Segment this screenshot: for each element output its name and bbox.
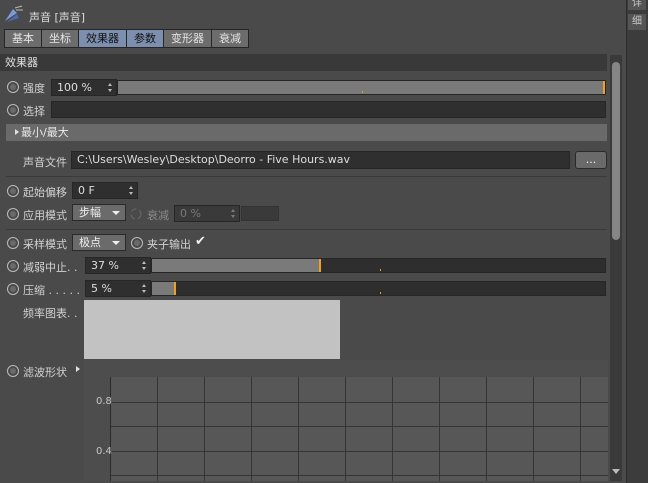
y-tick-label: 0.4 (96, 446, 112, 457)
grid-line (110, 451, 608, 452)
scrollbar-thumb[interactable] (612, 62, 620, 240)
falloff-radio-disabled-icon (130, 208, 142, 220)
separator (6, 229, 607, 230)
sound-file-label: 声音文件 (23, 156, 67, 169)
strength-slider-tick (362, 91, 363, 93)
grid-line (110, 426, 608, 427)
window-title: 声音 [声音] (29, 11, 86, 24)
side-tab-fine[interactable]: 细 (628, 14, 646, 30)
chevron-down-icon (112, 241, 120, 245)
falloff-value: 0 % (180, 207, 201, 220)
sample-mode-animate-radio[interactable] (7, 237, 19, 249)
minmax-group-header[interactable]: 最小/最大 (6, 124, 607, 141)
strength-animate-radio[interactable] (7, 81, 19, 93)
compress-slider-tick (380, 292, 381, 294)
filter-shape-expand-icon[interactable] (76, 366, 80, 372)
clamp-output-checkbox[interactable]: ✔ (195, 235, 206, 248)
decay-slider[interactable] (151, 258, 606, 273)
scroll-down-arrow-icon[interactable] (611, 466, 621, 476)
compress-value: 5 % (91, 282, 112, 295)
separator (6, 176, 607, 177)
decay-slider-tick (380, 269, 381, 271)
selection-animate-radio[interactable] (7, 104, 19, 116)
grid-line (486, 377, 487, 481)
section-title: 效果器 (0, 54, 607, 71)
grid-line (298, 377, 299, 481)
apply-mode-label: 应用模式 (23, 209, 67, 222)
decay-slider-knob[interactable] (319, 259, 321, 272)
side-tab-detail[interactable]: 详 (628, 0, 646, 10)
clamp-output-label: 夹子输出 (147, 238, 191, 251)
selection-field[interactable] (51, 101, 606, 118)
start-offset-value: 0 F (78, 184, 95, 197)
decay-value: 37 % (91, 259, 119, 272)
filter-shape-label: 滤波形状 (23, 366, 67, 379)
grid-line (345, 377, 346, 481)
y-tick-label: 0.8 (96, 396, 112, 407)
chevron-down-icon (112, 211, 120, 215)
grid-line (110, 402, 608, 403)
sample-mode-label: 采样模式 (23, 238, 67, 251)
compress-slider-knob[interactable] (174, 282, 176, 295)
grid-line (580, 377, 581, 481)
start-offset-input[interactable]: 0 F (72, 182, 138, 199)
falloff-stepper-icon (231, 209, 236, 218)
strength-stepper-icon[interactable] (108, 83, 113, 92)
strength-input[interactable]: 100 % (51, 79, 117, 96)
decay-animate-radio[interactable] (7, 260, 19, 272)
falloff-input: 0 % (174, 205, 240, 222)
tab-effector[interactable]: 效果器 (78, 29, 127, 48)
start-offset-animate-radio[interactable] (7, 185, 19, 197)
tab-basic[interactable]: 基本 (4, 29, 42, 48)
strength-label: 强度 (23, 82, 45, 95)
sample-mode-dropdown[interactable]: 极点 (72, 234, 126, 251)
grid-line (204, 377, 205, 481)
compress-slider[interactable] (151, 281, 606, 296)
grid-line (392, 377, 393, 481)
tab-bar: 基本 坐标 效果器 参数 变形器 衰减 (4, 29, 249, 48)
browse-file-button[interactable]: ... (575, 151, 607, 169)
grid-line (439, 377, 440, 481)
decay-input[interactable]: 37 % (85, 257, 151, 274)
sound-file-path-input[interactable]: C:\Users\Wesley\Desktop\Deorro - Five Ho… (71, 151, 570, 169)
sound-effector-icon (5, 5, 23, 22)
strength-slider-knob[interactable] (603, 81, 605, 94)
strength-slider[interactable] (117, 80, 606, 95)
filter-shape-animate-radio[interactable] (7, 365, 19, 377)
frequency-graph-label: 频率图表. . (23, 307, 78, 320)
compress-label: 压缩 . . . . . (23, 284, 80, 297)
apply-mode-animate-radio[interactable] (7, 208, 19, 220)
compress-input[interactable]: 5 % (85, 280, 151, 297)
strength-value: 100 % (57, 81, 92, 94)
apply-mode-value: 步幅 (79, 206, 101, 219)
grid-line (533, 377, 534, 481)
minmax-group-label: 最小/最大 (21, 126, 69, 139)
side-rail (626, 0, 648, 483)
tab-falloff[interactable]: 衰减 (211, 29, 249, 48)
tab-parameters[interactable]: 参数 (126, 29, 164, 48)
start-offset-label: 起始偏移 (23, 186, 67, 199)
compress-stepper-icon[interactable] (142, 284, 147, 293)
compress-slider-fill (152, 282, 175, 295)
clamp-output-animate-radio[interactable] (131, 237, 143, 249)
falloff-label: 衰减 (147, 209, 169, 222)
compress-animate-radio[interactable] (7, 283, 19, 295)
frequency-graph[interactable] (84, 300, 340, 359)
expand-arrow-icon (15, 129, 19, 135)
sample-mode-value: 极点 (79, 236, 101, 249)
apply-mode-dropdown[interactable]: 步幅 (72, 204, 126, 221)
graph-y-axis (110, 377, 111, 481)
falloff-slider-disabled (241, 206, 279, 221)
filter-shape-graph[interactable]: 0.8 0.4 (84, 360, 608, 481)
start-offset-stepper-icon[interactable] (129, 186, 134, 195)
grid-line (157, 377, 158, 481)
tab-coordinates[interactable]: 坐标 (41, 29, 79, 48)
tab-deformer[interactable]: 变形器 (163, 29, 212, 48)
selection-label: 选择 (23, 105, 45, 118)
decay-label: 减弱中止. . (23, 261, 78, 274)
decay-slider-fill (152, 259, 320, 272)
grid-line (251, 377, 252, 481)
grid-line (110, 475, 608, 476)
decay-stepper-icon[interactable] (142, 261, 147, 270)
